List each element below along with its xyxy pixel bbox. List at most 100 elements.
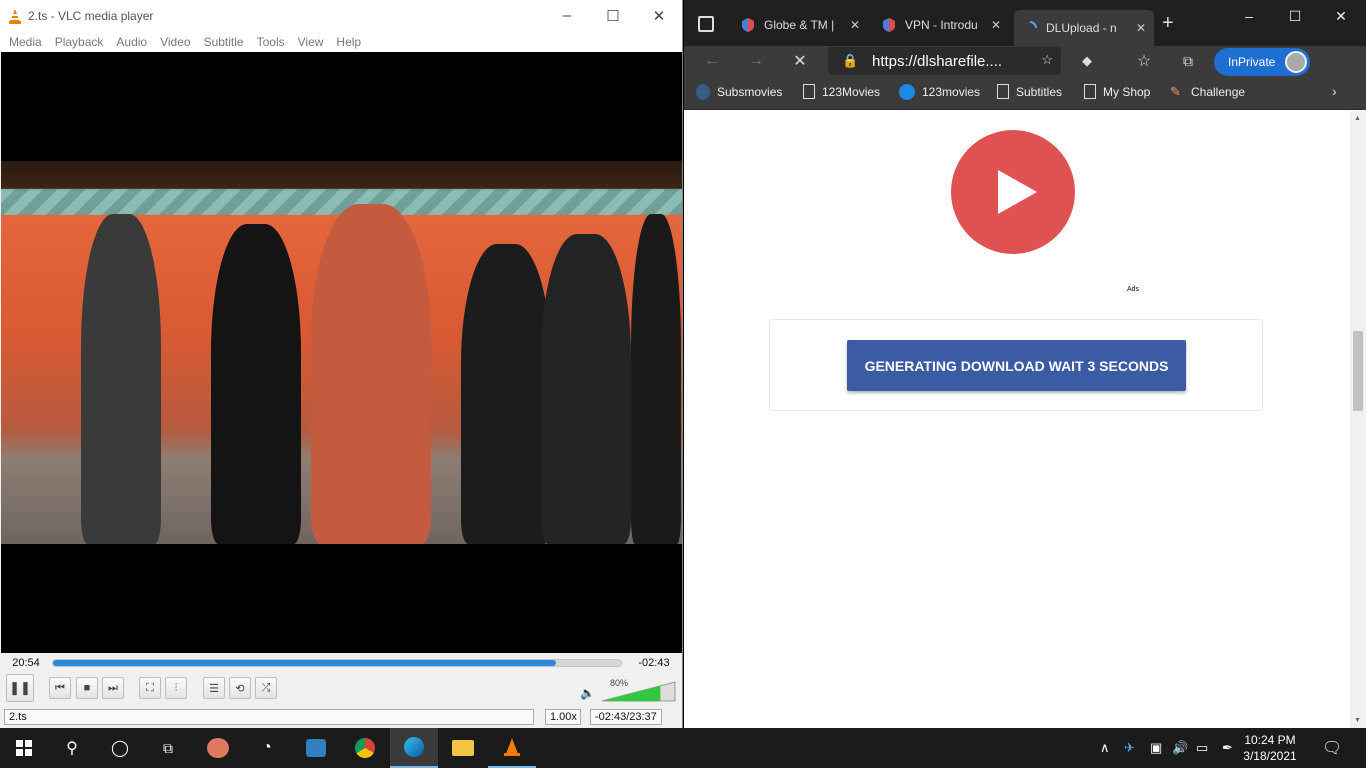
taskbar: ⚲ ◯ ⧉ ◔ ∧ ✈ ▣ 🔊 ▭ ✒ 10:24 PM 3/18/2021 🗨 xyxy=(0,728,1366,768)
task-view-icon[interactable]: ⧉ xyxy=(144,728,192,768)
stop-loading-button[interactable]: ✕ xyxy=(786,48,814,74)
stop-button[interactable]: ■ xyxy=(76,677,98,699)
start-button[interactable] xyxy=(0,728,48,768)
vlc-close-button[interactable]: ✕ xyxy=(636,0,682,31)
tab-close-icon[interactable]: ✕ xyxy=(1136,21,1146,35)
fav-challenge[interactable]: ✎ Challenge xyxy=(1170,84,1245,100)
pen-icon[interactable]: ✒ xyxy=(1222,728,1233,768)
scroll-down-icon[interactable]: ▼ xyxy=(1354,717,1361,724)
fav-label: 123movies xyxy=(922,85,981,99)
tab-vpn[interactable]: VPN - Introdu ✕ xyxy=(873,10,1009,40)
volume-tray-icon[interactable]: 🔊 xyxy=(1172,728,1188,768)
app-pig-icon[interactable] xyxy=(194,728,242,768)
fav-label: My Shop xyxy=(1103,84,1151,99)
lock-icon[interactable]: 🔒 xyxy=(842,53,858,69)
tab-close-icon[interactable]: ✕ xyxy=(850,18,860,32)
cortana-icon[interactable]: ◯ xyxy=(96,728,144,768)
speaker-icon[interactable]: 🔈 xyxy=(580,686,595,700)
back-button[interactable]: ← xyxy=(698,48,726,74)
playback-controls: ❚❚ ⏮ ■ ⏭ ⛶ ⫶ ☰ ⟲ ⤮ 🔈 80% xyxy=(0,674,683,704)
scrollbar-thumb[interactable] xyxy=(1353,331,1363,411)
add-favorite-icon[interactable]: ☆ xyxy=(1041,52,1053,68)
system-clock[interactable]: 10:24 PM 3/18/2021 xyxy=(1240,732,1300,764)
vlc-window-title: 2.ts - VLC media player xyxy=(28,8,154,23)
video-area[interactable] xyxy=(1,52,682,653)
ads-label: Ads xyxy=(1127,286,1140,293)
vpn-tray-icon[interactable]: ✈ xyxy=(1124,728,1135,768)
navigation-bar: ← → ✕ 🔒 https://dlsharefile.... ☆ ◆ ☆ ⧉ … xyxy=(684,46,1366,76)
network-tray-icon[interactable]: ▣ xyxy=(1150,728,1162,768)
menu-playback[interactable]: Playback xyxy=(49,35,111,49)
status-bar: 2.ts 1.00x -02:43/23:37 xyxy=(0,706,683,728)
fullscreen-button[interactable]: ⛶ xyxy=(139,677,161,699)
menu-video[interactable]: Video xyxy=(154,35,197,49)
favorites-bar: Subsmovies 123Movies 123movies Subtitles… xyxy=(684,76,1366,110)
extended-settings-button[interactable]: ⫶ xyxy=(165,677,187,699)
play-button[interactable] xyxy=(951,130,1075,254)
network-app-icon[interactable] xyxy=(292,728,340,768)
address-bar[interactable]: 🔒 https://dlsharefile.... ☆ xyxy=(828,47,1061,75)
remaining-time: -02:43 xyxy=(638,657,670,669)
fav-123movies[interactable]: 123movies xyxy=(899,84,980,100)
loop-button[interactable]: ⟲ xyxy=(229,677,251,699)
download-button[interactable]: GENERATING DOWNLOAD WAIT 3 SECONDS xyxy=(847,340,1186,391)
menu-view[interactable]: View xyxy=(292,35,331,49)
tab-close-icon[interactable]: ✕ xyxy=(991,18,1001,32)
fav-subsmovies[interactable]: Subsmovies xyxy=(696,84,782,100)
page-scrollbar[interactable]: ▲ ▼ xyxy=(1350,111,1366,728)
scroll-up-icon[interactable]: ▲ xyxy=(1354,115,1361,122)
favorites-more-chevron-icon[interactable]: › xyxy=(1332,83,1337,99)
vlc-taskbar-icon[interactable] xyxy=(488,728,536,768)
site-icon xyxy=(696,84,710,100)
edge-taskbar-icon[interactable] xyxy=(390,728,438,768)
tab-label: DLUpload - n xyxy=(1046,21,1117,35)
seek-bar[interactable] xyxy=(52,659,622,667)
play-icon xyxy=(899,84,915,100)
new-tab-button[interactable]: + xyxy=(1162,12,1174,35)
file-explorer-icon[interactable] xyxy=(439,728,487,768)
shuffle-button[interactable]: ⤮ xyxy=(255,677,277,699)
fav-label: Challenge xyxy=(1191,85,1246,99)
fav-123movies-page[interactable]: 123Movies xyxy=(803,84,880,99)
edge-maximize-button[interactable]: ☐ xyxy=(1272,0,1318,32)
page-icon xyxy=(1084,84,1096,99)
speedometer-icon[interactable]: ◔ xyxy=(243,728,291,768)
pause-button[interactable]: ❚❚ xyxy=(6,674,34,702)
search-icon[interactable]: ⚲ xyxy=(48,728,96,768)
inprivate-button[interactable]: InPrivate xyxy=(1214,48,1310,76)
volume-slider[interactable]: 80% xyxy=(601,678,676,702)
time-display[interactable]: -02:43/23:37 xyxy=(590,709,662,725)
tab-globe[interactable]: Globe & TM | ✕ xyxy=(732,10,868,40)
fav-subtitles[interactable]: Subtitles xyxy=(997,84,1062,99)
previous-button[interactable]: ⏮ xyxy=(49,677,71,699)
menu-media[interactable]: Media xyxy=(3,35,49,49)
menu-help[interactable]: Help xyxy=(330,35,368,49)
tab-actions-icon[interactable] xyxy=(698,16,714,32)
playlist-button[interactable]: ☰ xyxy=(203,677,225,699)
menu-subtitle[interactable]: Subtitle xyxy=(198,35,251,49)
collections-icon[interactable]: ⧉ xyxy=(1174,48,1202,74)
vlc-maximize-button[interactable]: ☐ xyxy=(590,0,636,31)
edge-window: Globe & TM | ✕ VPN - Introdu ✕ DLUpload … xyxy=(684,0,1366,728)
fav-my-shop[interactable]: My Shop xyxy=(1084,84,1150,99)
next-button[interactable]: ⏭ xyxy=(102,677,124,699)
edge-close-button[interactable]: ✕ xyxy=(1318,0,1364,32)
show-hidden-icons-chevron-icon[interactable]: ∧ xyxy=(1100,728,1110,768)
extension-icon[interactable]: ◆ xyxy=(1073,48,1101,74)
forward-button[interactable]: → xyxy=(742,48,770,74)
elapsed-time: 20:54 xyxy=(12,657,40,669)
favorites-icon[interactable]: ☆ xyxy=(1130,48,1158,74)
network-icon[interactable]: ▭ xyxy=(1196,728,1208,768)
loading-spinner-icon xyxy=(1029,21,1037,29)
vlc-minimize-button[interactable]: – xyxy=(544,0,590,31)
edge-minimize-button[interactable]: – xyxy=(1226,0,1272,32)
vlc-cone-icon xyxy=(9,8,21,24)
menu-tools[interactable]: Tools xyxy=(251,35,292,49)
clock-time: 10:24 PM xyxy=(1244,733,1296,747)
menu-audio[interactable]: Audio xyxy=(110,35,154,49)
tab-strip: Globe & TM | ✕ VPN - Introdu ✕ DLUpload … xyxy=(684,0,1366,46)
playback-speed[interactable]: 1.00x xyxy=(545,709,581,725)
chrome-icon[interactable] xyxy=(341,728,389,768)
notifications-icon[interactable]: 🗨 xyxy=(1322,728,1342,768)
tab-dlupload[interactable]: DLUpload - n ✕ xyxy=(1014,10,1154,46)
